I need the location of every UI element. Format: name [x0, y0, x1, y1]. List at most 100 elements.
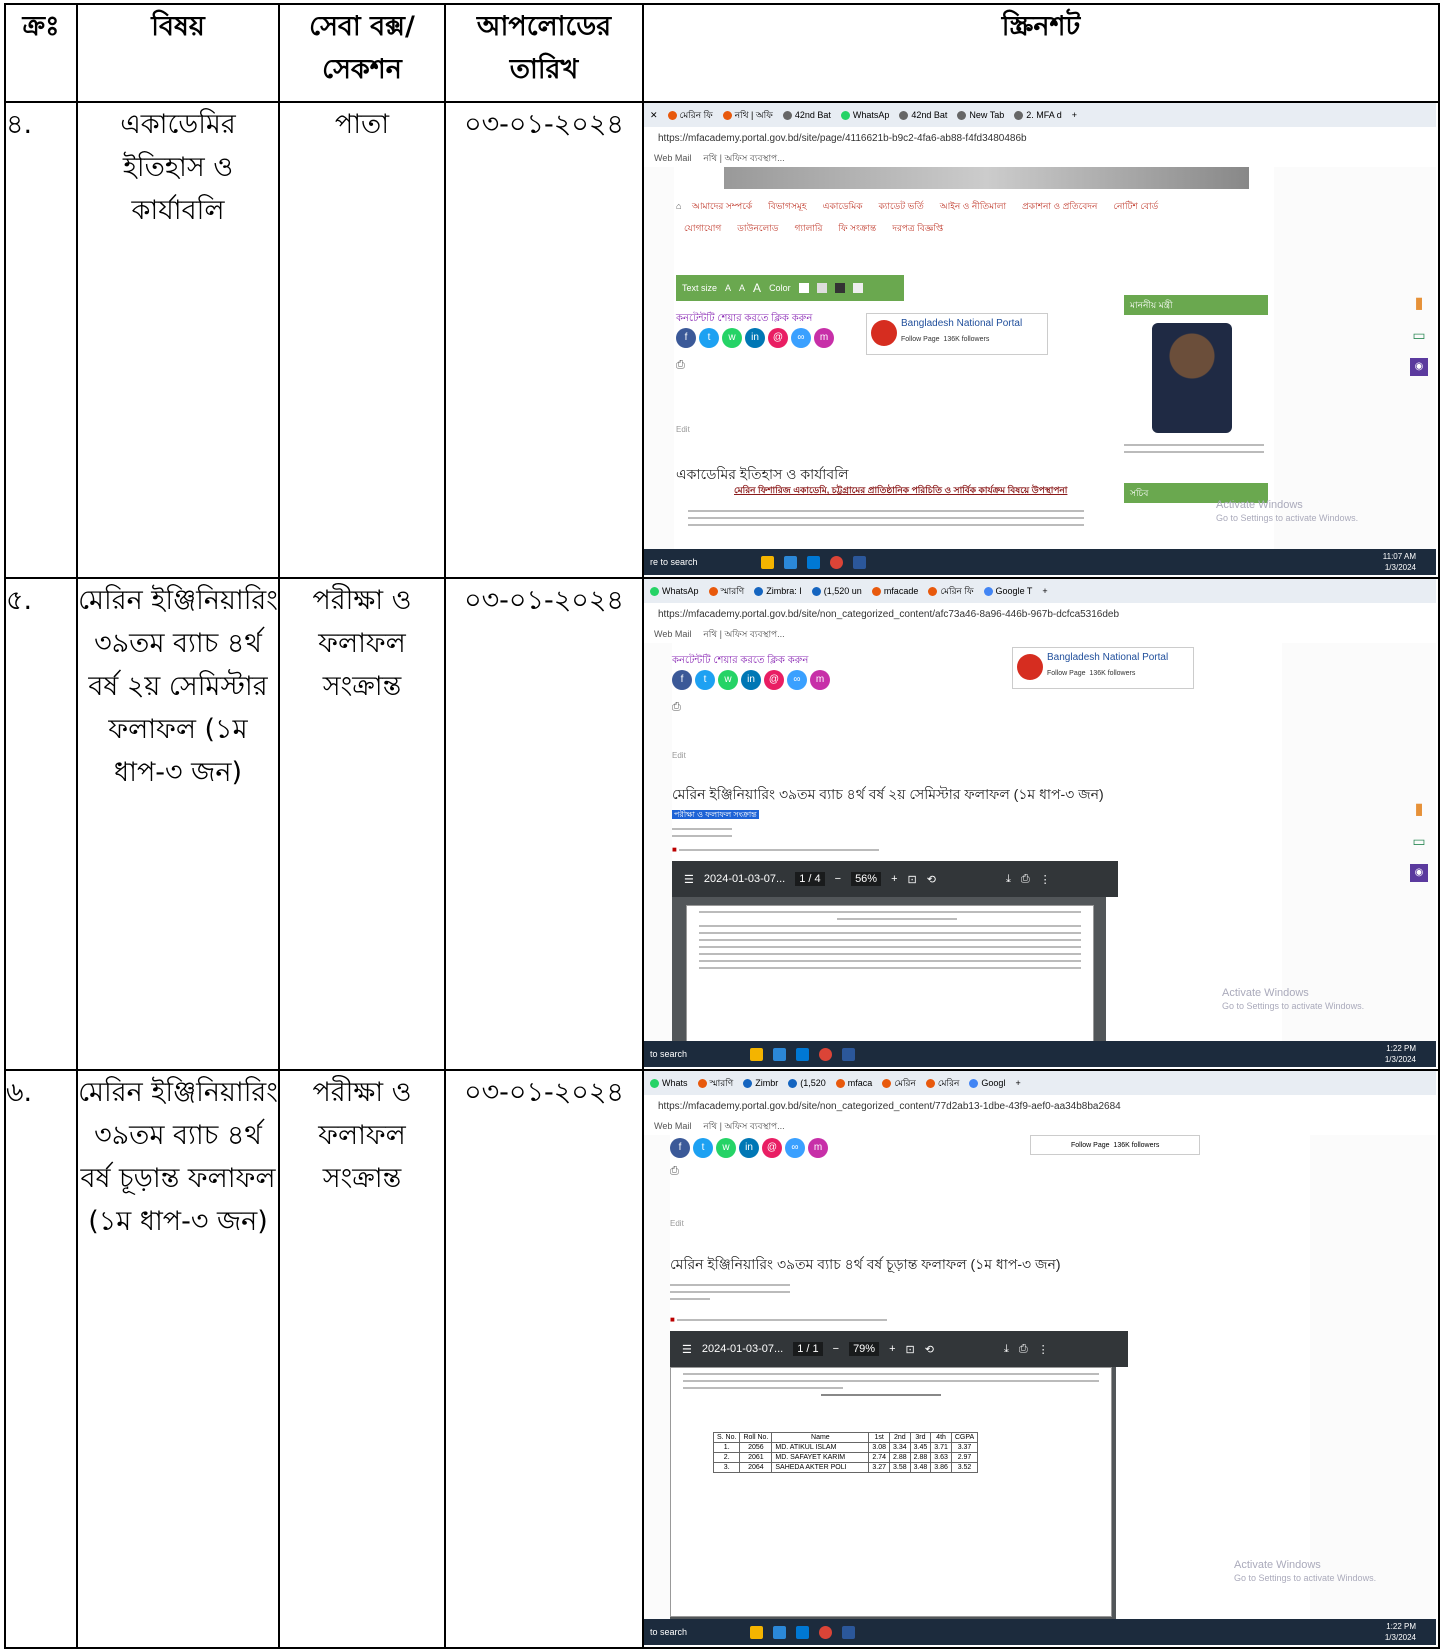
link-icon[interactable]: ∞: [787, 670, 807, 690]
chat-icon[interactable]: ▭: [1412, 833, 1425, 850]
zoom-out-icon[interactable]: −: [835, 873, 841, 885]
table-row: ৪. একাডেমির ইতিহাস ও কার্যাবলি পাতা ০৩-০…: [4, 101, 1440, 579]
linkedin-icon[interactable]: in: [745, 328, 765, 348]
linkedin-icon[interactable]: in: [739, 1138, 759, 1158]
whatsapp-icon[interactable]: w: [716, 1138, 736, 1158]
email-icon[interactable]: @: [762, 1138, 782, 1158]
favicon-icon: [1014, 110, 1024, 120]
print-icon[interactable]: ⎙: [1019, 1343, 1028, 1356]
bar-chart-icon[interactable]: ▮: [1415, 799, 1424, 819]
whatsapp-icon[interactable]: w: [718, 670, 738, 690]
bookmark-item: নথি | অফিস ব্যবস্থাপ...: [703, 628, 785, 639]
favicon-icon: [782, 110, 792, 120]
browser-screenshot: WhatsAp স্মারণি Zimbra: I (1,520 un mfac…: [644, 579, 1436, 1067]
print-icon[interactable]: ⎙: [1021, 873, 1030, 886]
word-icon[interactable]: [852, 555, 866, 569]
chrome-icon[interactable]: [819, 1047, 833, 1061]
bookmark-item: Web Mail: [654, 629, 692, 639]
fit-page-icon[interactable]: ⊡: [906, 1343, 915, 1356]
follow-button[interactable]: Follow Page: [1047, 670, 1086, 677]
edge-icon[interactable]: [773, 1625, 787, 1639]
messenger-icon[interactable]: m: [808, 1138, 828, 1158]
download-icon[interactable]: ⤓: [1004, 1343, 1009, 1356]
chrome-icon[interactable]: [829, 555, 843, 569]
edit-link[interactable]: Edit: [676, 425, 690, 434]
bd-logo-icon: [1017, 654, 1043, 680]
fit-page-icon[interactable]: ⊡: [908, 873, 917, 886]
document: ক্রঃ বিষয় সেবা বক্স/ সেকশন আপলোডের তারি…: [0, 0, 1448, 1651]
messenger-icon[interactable]: m: [810, 670, 830, 690]
facebook-icon[interactable]: f: [676, 328, 696, 348]
messenger-icon[interactable]: m: [814, 328, 834, 348]
store-icon[interactable]: [796, 1047, 810, 1061]
portal-widget: Follow Page 136K followers: [1030, 1135, 1200, 1155]
accessibility-bar: Text size A A A Color: [676, 275, 904, 301]
bookmark-item: নথি | অফিস ব্যবস্থাপ...: [703, 152, 785, 163]
share-label: কনটেন্টটি শেয়ার করতে ক্লিক করুন: [676, 313, 813, 324]
row-date: ০৩-০১-২০২৪: [444, 1069, 644, 1649]
bookmarks-bar: Web Mail নথি | অফিস ব্যবস্থাপ...: [644, 149, 1436, 168]
chrome-icon[interactable]: [819, 1625, 833, 1639]
pdf-page-input[interactable]: 1 / 1: [793, 1342, 823, 1356]
rotate-icon[interactable]: ⟲: [927, 873, 936, 886]
print-icon[interactable]: ⎙: [676, 359, 685, 372]
more-icon[interactable]: ⋮: [1040, 873, 1051, 886]
twitter-icon[interactable]: t: [699, 328, 719, 348]
taskbar-search[interactable]: to search: [650, 1049, 687, 1059]
chat-icon[interactable]: ▭: [1412, 327, 1425, 344]
pdf-page-input[interactable]: 1 / 4: [795, 872, 825, 886]
file-explorer-icon[interactable]: [750, 1625, 764, 1639]
zoom-in-icon[interactable]: +: [889, 1343, 895, 1355]
follow-button[interactable]: Follow Page: [901, 336, 940, 343]
edge-icon[interactable]: [773, 1047, 787, 1061]
bookmarks-bar: Web Mail নথি | অফিস ব্যবস্থাপ...: [644, 1117, 1436, 1136]
store-icon[interactable]: [806, 555, 820, 569]
edit-link[interactable]: Edit: [670, 1219, 684, 1228]
store-icon[interactable]: [796, 1625, 810, 1639]
header-date: আপলোডের তারিখ: [444, 3, 644, 103]
whatsapp-icon[interactable]: w: [722, 328, 742, 348]
link-icon[interactable]: ∞: [791, 328, 811, 348]
edge-icon[interactable]: [783, 555, 797, 569]
zoom-out-icon[interactable]: −: [833, 1343, 839, 1355]
email-icon[interactable]: @: [764, 670, 784, 690]
word-icon[interactable]: [842, 1047, 856, 1061]
link-icon[interactable]: ∞: [785, 1138, 805, 1158]
follow-button[interactable]: Follow Page: [1071, 1142, 1110, 1149]
word-icon[interactable]: [842, 1625, 856, 1639]
file-explorer-icon[interactable]: [750, 1047, 764, 1061]
taskbar-search[interactable]: re to search: [650, 557, 698, 567]
zoom-in-icon[interactable]: +: [891, 873, 897, 885]
browser-tab: New Tab: [957, 110, 1004, 120]
windows-taskbar: re to search 11:07 AM 1/3/2024: [644, 549, 1436, 575]
file-explorer-icon[interactable]: [760, 555, 774, 569]
pdf-attachment-icon[interactable]: ■: [670, 1315, 910, 1324]
print-icon[interactable]: ⎙: [672, 701, 681, 714]
pdf-zoom-input[interactable]: 56%: [851, 872, 882, 886]
twitter-icon[interactable]: t: [695, 670, 715, 690]
menu-icon[interactable]: ☰: [684, 873, 694, 886]
favicon-icon: [788, 1078, 798, 1088]
accessibility-icon[interactable]: ◉: [1410, 358, 1428, 376]
social-share-icons: f t w in @ ∞ m: [676, 327, 837, 348]
side-widgets: ▮ ▭ ◉: [1410, 799, 1428, 882]
portal-name: Bangladesh National Portal: [1047, 652, 1169, 663]
download-icon[interactable]: ⤓: [1006, 873, 1011, 886]
more-icon[interactable]: ⋮: [1038, 1343, 1049, 1356]
edit-link[interactable]: Edit: [672, 751, 686, 760]
twitter-icon[interactable]: t: [693, 1138, 713, 1158]
menu-icon[interactable]: ☰: [682, 1343, 692, 1356]
linkedin-icon[interactable]: in: [741, 670, 761, 690]
facebook-icon[interactable]: f: [670, 1138, 690, 1158]
activate-windows-watermark: Activate Windows Go to Settings to activa…: [1234, 1559, 1377, 1583]
facebook-icon[interactable]: f: [672, 670, 692, 690]
email-icon[interactable]: @: [768, 328, 788, 348]
pdf-attachment-icon[interactable]: ■: [672, 845, 902, 854]
accessibility-icon[interactable]: ◉: [1410, 864, 1428, 882]
page-title: মেরিন ইঞ্জিনিয়ারিং ৩৯তম ব্যাচ ৪র্থ বর্ষ…: [670, 1256, 1061, 1272]
print-icon[interactable]: ⎙: [670, 1165, 679, 1178]
taskbar-search[interactable]: to search: [650, 1627, 687, 1637]
bar-chart-icon[interactable]: ▮: [1415, 293, 1424, 313]
rotate-icon[interactable]: ⟲: [925, 1343, 934, 1356]
pdf-zoom-input[interactable]: 79%: [849, 1342, 880, 1356]
